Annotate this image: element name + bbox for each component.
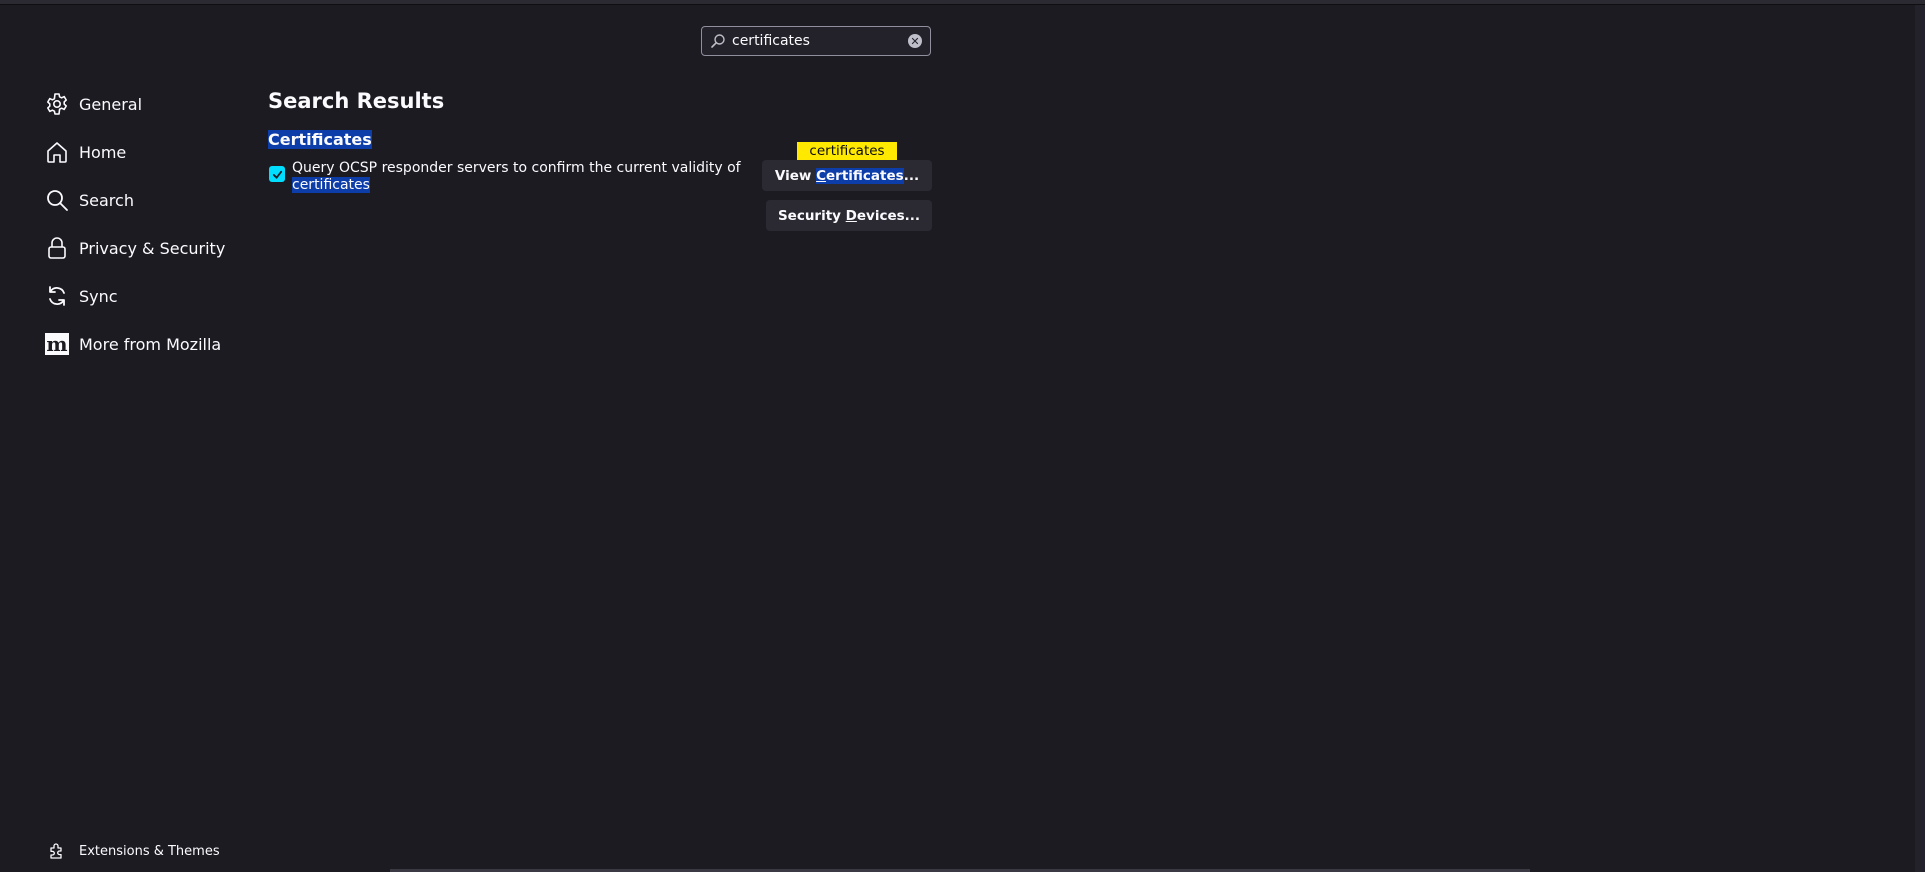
sidebar-item-label: General [79, 94, 143, 114]
button-text: Security [777, 207, 841, 224]
accesskey: C [816, 167, 827, 184]
sidebar-nav: General Home Search Privacy & Security S… [44, 80, 225, 368]
page-title: Search Results [268, 89, 445, 113]
sidebar-item-label: Home [79, 142, 127, 162]
sidebar-item-sync[interactable]: Sync [44, 272, 225, 320]
puzzle-icon [50, 843, 62, 859]
search-icon [711, 34, 725, 48]
security-devices-button[interactable]: Security Devices... [766, 200, 932, 231]
lock-icon [44, 235, 70, 261]
ocsp-checkbox[interactable] [269, 166, 285, 182]
window-top-bar [0, 0, 1925, 5]
sidebar-item-search[interactable]: Search [44, 176, 225, 224]
button-match: Certificates [816, 167, 904, 184]
scrollbar-track[interactable] [1915, 5, 1925, 872]
gear-icon [44, 91, 70, 117]
extensions-themes-link[interactable]: Extensions & Themes [48, 842, 220, 860]
sync-icon [44, 283, 70, 309]
ocsp-label[interactable]: Query OCSP responder servers to confirm … [292, 160, 742, 194]
button-text: View [774, 167, 812, 184]
button-text: ... [903, 167, 920, 184]
section-title-text: Certificates [268, 130, 372, 149]
button-text: evices... [856, 207, 921, 224]
accesskey: D [845, 207, 857, 224]
extensions-themes-label: Extensions & Themes [79, 843, 220, 859]
ocsp-label-text: Query OCSP responder servers to confirm … [292, 160, 741, 176]
ocsp-label-match: certificates [292, 177, 370, 193]
sidebar-item-label: Privacy & Security [79, 238, 226, 258]
sidebar-item-home[interactable]: Home [44, 128, 225, 176]
search-box[interactable]: ✕ [701, 26, 931, 56]
search-match-tooltip: certificates [797, 142, 897, 166]
sidebar-item-label: More from Mozilla [79, 334, 222, 354]
sidebar-item-label: Sync [79, 286, 118, 306]
search-icon [44, 187, 70, 213]
sidebar-item-label: Search [79, 190, 134, 210]
mozilla-icon: m [45, 332, 69, 356]
home-icon [44, 139, 70, 165]
view-certificates-button[interactable]: View Certificates... [762, 160, 932, 191]
sidebar-item-general[interactable]: General [44, 80, 225, 128]
sidebar-item-more-from-mozilla[interactable]: m More from Mozilla [44, 320, 225, 368]
checkmark-icon [272, 170, 282, 179]
sidebar-item-privacy-security[interactable]: Privacy & Security [44, 224, 225, 272]
search-input[interactable] [732, 28, 908, 54]
button-text: ertificates [826, 167, 904, 184]
clear-icon[interactable]: ✕ [908, 34, 922, 48]
